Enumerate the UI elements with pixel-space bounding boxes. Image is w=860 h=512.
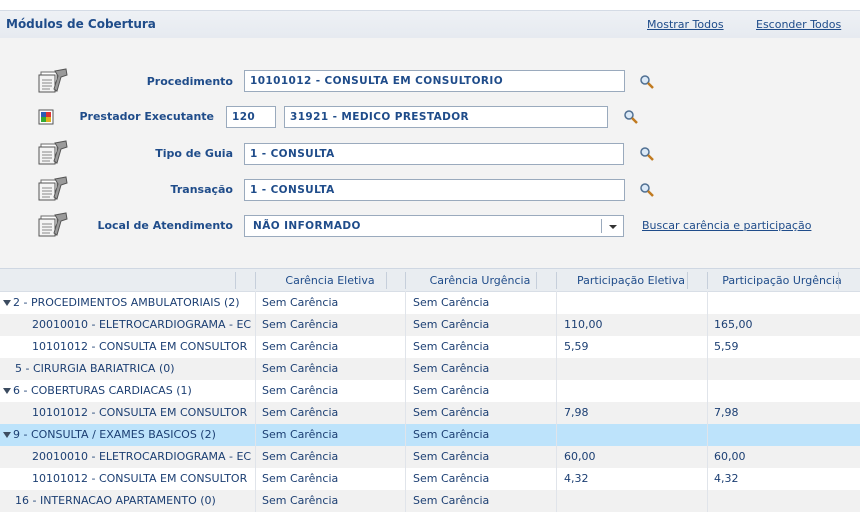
- tipo-guia-lookup-icon[interactable]: [639, 146, 655, 162]
- column-gridline: [707, 291, 708, 512]
- table-row[interactable]: 10101012 - CONSULTA EM CONSULTOR Sem Car…: [0, 402, 860, 424]
- carencia-urgencia-cell: Sem Carência: [413, 428, 490, 441]
- carencia-eletiva-cell: Sem Carência: [262, 428, 339, 441]
- prestador-code-field[interactable]: 120: [226, 106, 276, 128]
- row-name-cell: 9 - CONSULTA / EXAMES BASICOS (2): [0, 428, 253, 441]
- table-row[interactable]: 20010010 - ELETROCARDIOGRAMA - EC Sem Ca…: [0, 446, 860, 468]
- carencia-urgencia-cell: Sem Carência: [413, 362, 490, 375]
- column-gridline: [405, 291, 406, 512]
- chevron-down-icon[interactable]: [609, 225, 617, 229]
- column-divider[interactable]: [235, 272, 236, 289]
- participacao-urgencia-cell: 7,98: [714, 406, 739, 419]
- participacao-eletiva-cell: 5,59: [564, 340, 589, 353]
- carencia-urgencia-cell: Sem Carência: [413, 450, 490, 463]
- carencia-eletiva-cell: Sem Carência: [262, 494, 339, 507]
- coverage-grid: Carência Eletiva Carência Urgência Parti…: [0, 268, 860, 512]
- table-row[interactable]: 20010010 - ELETROCARDIOGRAMA - EC Sem Ca…: [0, 314, 860, 336]
- provider-card-icon[interactable]: [38, 109, 54, 125]
- participacao-urgencia-cell: 165,00: [714, 318, 753, 331]
- carencia-eletiva-cell: Sem Carência: [262, 384, 339, 397]
- row-name-cell: 10101012 - CONSULTA EM CONSULTOR: [32, 472, 248, 485]
- table-row[interactable]: 10101012 - CONSULTA EM CONSULTOR Sem Car…: [0, 468, 860, 490]
- carencia-urgencia-cell: Sem Carência: [413, 318, 490, 331]
- carencia-eletiva-cell: Sem Carência: [262, 450, 339, 463]
- row-name-cell: 10101012 - CONSULTA EM CONSULTOR: [32, 406, 248, 419]
- local-select-value: NÃO INFORMADO: [253, 220, 361, 232]
- filter-form: Procedimento 10101012 - CONSULTA EM CONS…: [0, 38, 860, 268]
- search-carencia-link[interactable]: Buscar carência e participação: [642, 219, 811, 232]
- panel-title: Módulos de Cobertura: [6, 17, 156, 31]
- prestador-label: Prestador Executante: [79, 110, 214, 123]
- table-row[interactable]: 10101012 - CONSULTA EM CONSULTOR Sem Car…: [0, 336, 860, 358]
- carencia-urgencia-cell: Sem Carência: [413, 296, 490, 309]
- row-name-cell: 20010010 - ELETROCARDIOGRAMA - EC: [32, 318, 252, 331]
- carencia-eletiva-cell: Sem Carência: [262, 472, 339, 485]
- column-gridline: [255, 291, 256, 512]
- carencia-eletiva-cell: Sem Carência: [262, 340, 339, 353]
- carencia-eletiva-cell: Sem Carência: [262, 318, 339, 331]
- group-row[interactable]: 2 - PROCEDIMENTOS AMBULATORIAIS (2) Sem …: [0, 292, 860, 314]
- participacao-urgencia-cell: 60,00: [714, 450, 746, 463]
- tipo-guia-label: Tipo de Guia: [155, 147, 233, 160]
- participacao-eletiva-cell: 4,32: [564, 472, 589, 485]
- panel-header: Módulos de Cobertura Mostrar Todos Escon…: [0, 10, 860, 38]
- row-name-cell: 10101012 - CONSULTA EM CONSULTOR: [32, 340, 248, 353]
- column-divider[interactable]: [838, 272, 839, 289]
- select-separator: [601, 219, 602, 233]
- column-gridline: [556, 291, 557, 512]
- carencia-urgencia-cell: Sem Carência: [413, 340, 490, 353]
- group-row[interactable]: 5 - CIRURGIA BARIATRICA (0) Sem Carência…: [0, 358, 860, 380]
- row-name-cell: 16 - INTERNACAO APARTAMENTO (0): [15, 494, 216, 507]
- group-row[interactable]: 16 - INTERNACAO APARTAMENTO (0) Sem Carê…: [0, 490, 860, 512]
- procedimento-field[interactable]: 10101012 - CONSULTA EM CONSULTORIO: [244, 70, 625, 92]
- participacao-eletiva-cell: 7,98: [564, 406, 589, 419]
- transacao-label: Transação: [170, 183, 233, 196]
- prestador-lookup-icon[interactable]: [623, 109, 639, 125]
- participacao-eletiva-cell: 60,00: [564, 450, 596, 463]
- transacao-lookup-icon[interactable]: [639, 182, 655, 198]
- participacao-urgencia-cell: 5,59: [714, 340, 739, 353]
- column-divider[interactable]: [536, 272, 537, 289]
- row-name-cell: 2 - PROCEDIMENTOS AMBULATORIAIS (2): [0, 296, 253, 309]
- group-row[interactable]: 6 - COBERTURAS CARDIACAS (1) Sem Carênci…: [0, 380, 860, 402]
- col-carencia-eletiva[interactable]: Carência Eletiva: [255, 274, 405, 287]
- column-divider[interactable]: [386, 272, 387, 289]
- group-row-selected[interactable]: 9 - CONSULTA / EXAMES BASICOS (2) Sem Ca…: [0, 424, 860, 446]
- col-participacao-urgencia[interactable]: Participação Urgência: [707, 274, 857, 287]
- triangle-down-icon[interactable]: [3, 387, 11, 394]
- procedimento-lookup-icon[interactable]: [639, 74, 655, 90]
- column-divider[interactable]: [687, 272, 688, 289]
- col-carencia-urgencia[interactable]: Carência Urgência: [405, 274, 555, 287]
- transacao-field[interactable]: 1 - CONSULTA: [244, 179, 625, 201]
- show-all-link[interactable]: Mostrar Todos: [647, 18, 724, 31]
- col-participacao-eletiva[interactable]: Participação Eletiva: [556, 274, 706, 287]
- carencia-eletiva-cell: Sem Carência: [262, 362, 339, 375]
- carencia-eletiva-cell: Sem Carência: [262, 406, 339, 419]
- carencia-urgencia-cell: Sem Carência: [413, 384, 490, 397]
- local-label: Local de Atendimento: [97, 219, 233, 232]
- carencia-urgencia-cell: Sem Carência: [413, 472, 490, 485]
- carencia-urgencia-cell: Sem Carência: [413, 406, 490, 419]
- participacao-urgencia-cell: 4,32: [714, 472, 739, 485]
- carencia-eletiva-cell: Sem Carência: [262, 296, 339, 309]
- row-name-cell: 5 - CIRURGIA BARIATRICA (0): [15, 362, 175, 375]
- triangle-down-icon[interactable]: [3, 431, 11, 438]
- row-name-cell: 20010010 - ELETROCARDIOGRAMA - EC: [32, 450, 252, 463]
- row-name-cell: 6 - COBERTURAS CARDIACAS (1): [0, 384, 253, 397]
- participacao-eletiva-cell: 110,00: [564, 318, 603, 331]
- tipo-guia-field[interactable]: 1 - CONSULTA: [244, 143, 624, 165]
- hide-all-link[interactable]: Esconder Todos: [756, 18, 841, 31]
- grid-header: Carência Eletiva Carência Urgência Parti…: [0, 269, 860, 292]
- procedimento-label: Procedimento: [146, 75, 233, 88]
- carencia-urgencia-cell: Sem Carência: [413, 494, 490, 507]
- prestador-field[interactable]: 31921 - MEDICO PRESTADOR: [284, 106, 608, 128]
- triangle-down-icon[interactable]: [3, 299, 11, 306]
- local-select[interactable]: NÃO INFORMADO: [244, 215, 624, 237]
